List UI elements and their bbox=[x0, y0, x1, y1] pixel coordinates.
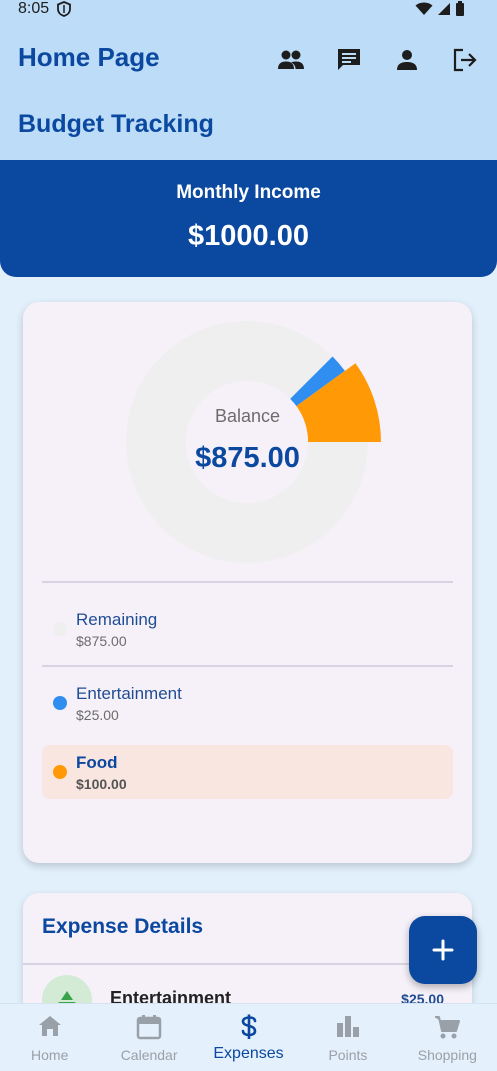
cart-icon bbox=[398, 1014, 497, 1040]
status-time: 8:05 bbox=[18, 0, 50, 17]
legend-name: Remaining bbox=[76, 610, 158, 629]
bar-chart-icon bbox=[298, 1014, 397, 1040]
wifi-icon bbox=[415, 2, 433, 21]
nav-item-points[interactable]: Points bbox=[298, 1004, 397, 1071]
legend-amount: $100.00 bbox=[76, 776, 127, 792]
donut-chart[interactable] bbox=[23, 302, 472, 572]
add-expense-button[interactable] bbox=[409, 916, 477, 984]
app-bar-actions bbox=[275, 44, 481, 76]
nav-item-shopping[interactable]: Shopping bbox=[398, 1004, 497, 1071]
section-title: Budget Tracking bbox=[18, 110, 214, 138]
plus-icon bbox=[432, 939, 454, 961]
income-value: $1000.00 bbox=[188, 220, 309, 252]
status-bar: 8:05 bbox=[0, 0, 497, 22]
chat-icon[interactable] bbox=[333, 44, 365, 76]
nav-label: Points bbox=[328, 1047, 368, 1063]
income-banner: Monthly Income $1000.00 bbox=[0, 160, 497, 277]
divider bbox=[23, 963, 472, 965]
status-icons bbox=[415, 1, 465, 21]
person-icon[interactable] bbox=[391, 44, 423, 76]
bottom-nav: Home Calendar Expenses Points Shopping bbox=[0, 1003, 497, 1071]
page: 8:05 Home Page Budget Tracking Monthly I… bbox=[0, 0, 497, 1071]
calendar-icon bbox=[99, 1014, 198, 1040]
app-bar: Home Page Budget Tracking bbox=[0, 22, 497, 160]
dollar-icon bbox=[199, 1014, 298, 1040]
chart-card: Balance $875.00 Remaining $875.00 Entert… bbox=[23, 302, 472, 863]
nav-item-expenses[interactable]: Expenses bbox=[199, 1004, 298, 1071]
legend-item-entertainment[interactable]: Entertainment $25.00 bbox=[42, 676, 453, 730]
legend-item-remaining[interactable]: Remaining $875.00 bbox=[42, 602, 453, 656]
legend-amount: $25.00 bbox=[76, 707, 119, 723]
logout-icon[interactable] bbox=[449, 44, 481, 76]
expense-details-title: Expense Details bbox=[42, 915, 204, 938]
legend-amount: $875.00 bbox=[76, 633, 127, 649]
legend-name: Entertainment bbox=[76, 684, 182, 703]
nav-label: Expenses bbox=[213, 1045, 284, 1062]
legend-item-food[interactable]: Food $100.00 bbox=[42, 745, 453, 799]
nav-item-home[interactable]: Home bbox=[0, 1004, 99, 1071]
legend-name: Food bbox=[76, 753, 118, 772]
group-icon[interactable] bbox=[275, 44, 307, 76]
battery-icon bbox=[455, 1, 465, 21]
page-title: Home Page bbox=[18, 42, 160, 72]
legend-dot bbox=[53, 622, 67, 636]
shield-icon bbox=[57, 1, 71, 22]
legend-dot bbox=[53, 696, 67, 710]
legend-dot bbox=[53, 765, 67, 779]
divider bbox=[42, 581, 453, 583]
nav-item-calendar[interactable]: Calendar bbox=[99, 1004, 198, 1071]
income-label: Monthly Income bbox=[176, 182, 321, 203]
balance-value: $875.00 bbox=[195, 442, 300, 474]
divider bbox=[42, 665, 453, 667]
nav-label: Shopping bbox=[417, 1047, 477, 1063]
balance-label: Balance bbox=[214, 406, 281, 426]
home-icon bbox=[0, 1014, 99, 1040]
nav-label: Calendar bbox=[120, 1047, 178, 1063]
nav-label: Home bbox=[31, 1047, 69, 1063]
signal-icon bbox=[437, 2, 451, 21]
